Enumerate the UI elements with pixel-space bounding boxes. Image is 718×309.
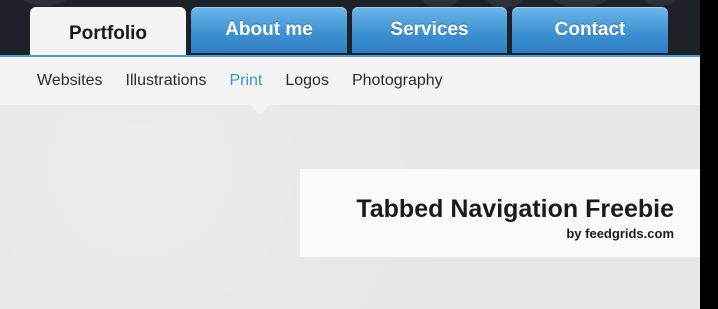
tab-label: Portfolio xyxy=(68,23,148,44)
background-decoration xyxy=(640,0,680,6)
subnav-item-illustrations[interactable]: Illustrations xyxy=(126,72,207,90)
tab-about-me[interactable]: About me xyxy=(191,7,347,53)
tab-label: Services xyxy=(390,19,469,40)
app-frame: Portfolio About me Services Contact Webs… xyxy=(0,0,700,309)
title-banner: Tabbed Navigation Freebie by feedgrids.c… xyxy=(300,169,700,257)
subnav-item-websites[interactable]: Websites xyxy=(37,72,103,90)
subnav-item-logos[interactable]: Logos xyxy=(285,72,329,90)
tab-contact[interactable]: Contact xyxy=(512,7,668,53)
sub-navigation: Websites Illustrations Print Logos Photo… xyxy=(0,55,700,105)
banner-title: Tabbed Navigation Freebie xyxy=(356,195,674,223)
tab-label: About me xyxy=(225,19,313,40)
current-item-pointer xyxy=(250,105,270,115)
subnav-item-print[interactable]: Print xyxy=(229,72,262,90)
tab-services[interactable]: Services xyxy=(352,7,507,53)
right-edge xyxy=(700,0,718,309)
subnav-item-photography[interactable]: Photography xyxy=(352,72,443,90)
background-decoration xyxy=(20,0,70,6)
tab-portfolio[interactable]: Portfolio xyxy=(30,7,186,61)
banner-subtitle: by feedgrids.com xyxy=(566,226,674,241)
tab-label: Contact xyxy=(554,19,626,40)
